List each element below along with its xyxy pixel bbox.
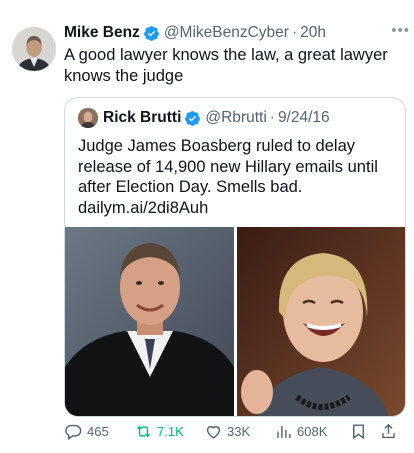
separator-dot: · bbox=[269, 109, 275, 126]
quote-time[interactable]: 9/24/16 bbox=[278, 109, 330, 127]
action-bar: 465 7.1K 33K 608K bbox=[64, 422, 404, 441]
tweet[interactable]: Mike Benz @MikeBenzCyber · 20h A good la… bbox=[0, 0, 414, 453]
quote-author-handle[interactable]: @Rbrutti bbox=[205, 109, 266, 127]
views-button[interactable]: 608K bbox=[274, 422, 349, 441]
share-icon bbox=[382, 423, 395, 439]
verified-badge-icon bbox=[185, 110, 201, 126]
tweet-time[interactable]: 20h bbox=[300, 24, 326, 42]
share-button[interactable] bbox=[379, 422, 399, 441]
retweet-icon bbox=[137, 425, 150, 438]
reply-icon bbox=[65, 424, 82, 440]
quote-text: Judge James Boasberg ruled to delay rele… bbox=[78, 137, 378, 217]
like-count: 33K bbox=[227, 424, 251, 439]
reply-count: 465 bbox=[87, 424, 109, 439]
retweet-button[interactable]: 7.1K bbox=[134, 422, 204, 441]
hillary-photo[interactable] bbox=[236, 227, 406, 416]
like-button[interactable]: 33K bbox=[204, 422, 274, 441]
reply-button[interactable]: 465 bbox=[64, 422, 134, 441]
judge-photo[interactable] bbox=[65, 227, 234, 416]
quote-author-avatar[interactable] bbox=[78, 108, 98, 128]
quote-author-name[interactable]: Rick Brutti bbox=[103, 109, 181, 127]
heart-icon bbox=[206, 425, 221, 439]
bookmark-button[interactable] bbox=[349, 422, 379, 441]
author-avatar[interactable] bbox=[12, 27, 56, 71]
quoted-tweet[interactable]: Rick Brutti @Rbrutti · 9/24/16 Judge Jam… bbox=[64, 97, 406, 417]
views-count: 608K bbox=[297, 424, 328, 439]
author-handle[interactable]: @MikeBenzCyber bbox=[164, 24, 289, 42]
quote-media[interactable] bbox=[65, 227, 406, 416]
bookmark-icon bbox=[353, 424, 364, 440]
tweet-text: A good lawyer knows the law, a great law… bbox=[64, 46, 388, 85]
verified-badge-icon bbox=[143, 25, 159, 41]
separator-dot: · bbox=[291, 24, 298, 41]
retweet-count: 7.1K bbox=[157, 424, 184, 439]
author-name[interactable]: Mike Benz bbox=[64, 24, 140, 42]
views-icon bbox=[277, 425, 291, 438]
more-icon[interactable]: ••• bbox=[391, 23, 410, 38]
